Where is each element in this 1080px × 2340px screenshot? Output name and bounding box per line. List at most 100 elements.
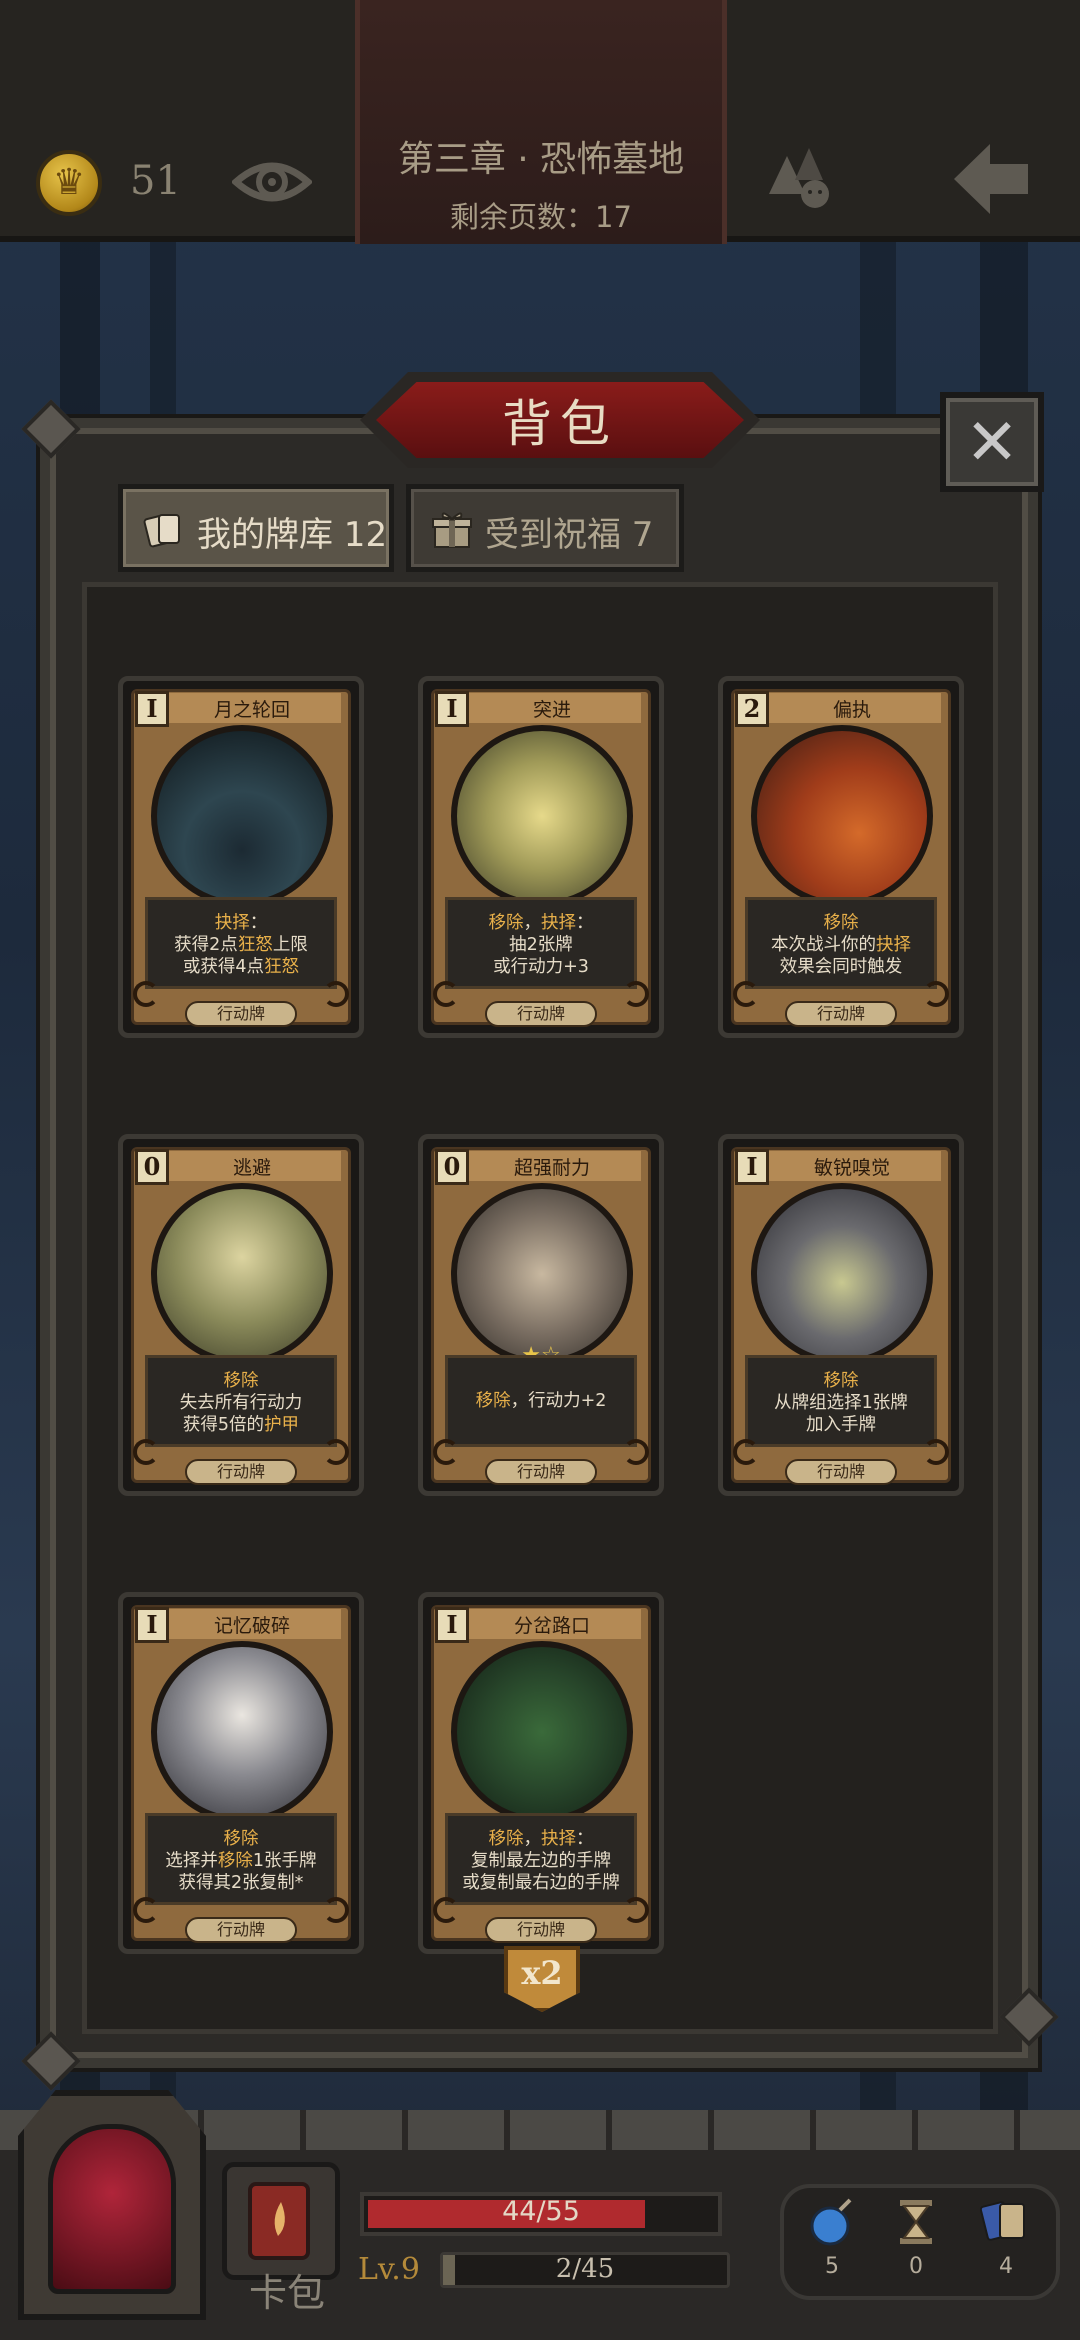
bomb-count: 5 (825, 2254, 839, 2279)
card-1[interactable]: 月之轮回 I 抉择： 获得2点狂怒上限 或获得4点狂怒行动牌 (118, 676, 364, 1038)
description-line: 复制最左边的手牌 (471, 1851, 611, 1871)
card-description: 移除 本次战斗你的抉择 效果会同时触发 (745, 897, 937, 989)
eye-icon[interactable] (232, 150, 312, 214)
description-line: 失去所有行动力 (179, 1393, 303, 1413)
card-type: 行动牌 (185, 1917, 297, 1943)
card-5[interactable]: 超强耐力0★☆移除，行动力+2行动牌 (418, 1134, 664, 1496)
card-name: 分岔路口 (513, 1615, 590, 1637)
game-screen: 第三章 · 恐怖墓地 剩余页数：17 51 背包 ✕ 我的牌库 12 (0, 0, 1080, 2340)
level-label: Lv.9 (358, 2252, 420, 2287)
swirl-ornament (433, 981, 459, 1007)
swirl-ornament (323, 1897, 349, 1923)
card-name: 敏锐嗅觉 (813, 1157, 890, 1179)
description-line: 移除 (823, 1371, 859, 1391)
camp-icon[interactable] (765, 140, 837, 212)
close-button[interactable]: ✕ (940, 392, 1044, 492)
hourglass-count: 0 (909, 2254, 923, 2279)
card-type: 行动牌 (185, 1001, 297, 1027)
description-line: 获得其2张复制* (178, 1873, 304, 1893)
swirl-ornament (323, 981, 349, 1007)
card-cost: I (135, 691, 169, 727)
card-cost: I (735, 1149, 769, 1185)
swirl-ornament (433, 1897, 459, 1923)
werewolf-leap-art (451, 725, 633, 907)
card-description: 移除 失去所有行动力 获得5倍的护甲 (145, 1355, 337, 1447)
card-cost: I (435, 691, 469, 727)
card-cost: 0 (435, 1149, 469, 1185)
moon-phases-art (151, 725, 333, 907)
swirl-ornament (133, 981, 159, 1007)
description-line: 从牌组选择1张牌 (774, 1393, 908, 1413)
card-8[interactable]: 分岔路口 I 移除，抉择： 复制最左边的手牌 或复制最右边的手牌 行动牌 (418, 1592, 664, 1954)
card-name: 偏执 (832, 699, 871, 721)
card-cost: I (135, 1607, 169, 1643)
description-line: 或获得4点狂怒 (182, 957, 300, 977)
description-line: 移除 (823, 913, 859, 933)
description-line: 获得5倍的护甲 (182, 1415, 300, 1435)
crown-coin-icon (36, 150, 102, 216)
description-line: 移除 (223, 1829, 259, 1849)
swirl-ornament (323, 1439, 349, 1465)
card-name: 逃避 (232, 1157, 271, 1179)
card-name: 月之轮回 (213, 699, 290, 721)
tab-label: 受到祝福 7 (485, 515, 654, 555)
description-line: 移除，行动力+2 (475, 1391, 607, 1411)
card-description: 移除，抉择： 复制最左边的手牌 或复制最右边的手牌 (445, 1813, 637, 1905)
description-line: 移除，抉择： (488, 1829, 594, 1849)
card-3[interactable]: 偏执 2 移除 本次战斗你的抉择 效果会同时触发行动牌 (718, 676, 964, 1038)
cards-count: 4 (999, 2254, 1013, 2279)
description-line: 获得2点狂怒上限 (174, 935, 308, 955)
card-4[interactable]: 逃避 0 移除 失去所有行动力 获得5倍的护甲 行动牌 (118, 1134, 364, 1496)
card-7[interactable]: 记忆破碎 I 移除 选择并移除1张手牌 获得其2张复制* 行动牌 (118, 1592, 364, 1954)
back-arrow-icon[interactable] (950, 140, 1032, 218)
bear-boy-art (151, 1183, 333, 1365)
tab-blessings[interactable]: 受到祝福 7 (406, 484, 684, 572)
swirl-ornament (923, 1439, 949, 1465)
card-name: 记忆破碎 (213, 1615, 290, 1637)
description-line: 效果会同时触发 (779, 957, 903, 977)
hp-text: 44/55 (502, 2196, 580, 2227)
card-cost: 2 (735, 691, 769, 727)
description-line: 移除，抉择： (488, 913, 594, 933)
bomb-icon[interactable] (806, 2196, 858, 2248)
cards-icon[interactable] (980, 2196, 1032, 2248)
swirl-ornament (133, 1439, 159, 1465)
wolf-bear-art (751, 725, 933, 907)
description-line: 抉择： (214, 913, 268, 933)
swirl-ornament (433, 1439, 459, 1465)
card-name: 突进 (532, 699, 571, 721)
gift-icon (432, 512, 472, 548)
card-2[interactable]: 突进 I 移除，抉择： 抽2张牌 或行动力+3 行动牌 (418, 676, 664, 1038)
tab-my-deck[interactable]: 我的牌库 12 (118, 484, 394, 572)
card-name: 超强耐力 (513, 1157, 590, 1179)
chapter-title: 第三章 · 恐怖墓地 (397, 139, 685, 180)
tab-label: 我的牌库 12 (197, 515, 388, 555)
copy-count-label: x2 (521, 1954, 563, 1992)
card-cost: 0 (135, 1149, 169, 1185)
pages-remaining: 剩余页数：17 (450, 200, 632, 234)
description-line: 抽2张牌 (509, 935, 573, 955)
bag-title: 背包 (502, 395, 618, 453)
description-line: 选择并移除1张手牌 (165, 1851, 317, 1871)
card-description: 抉择： 获得2点狂怒上限 或获得4点狂怒 (145, 897, 337, 989)
swirl-ornament (923, 981, 949, 1007)
coin-count: 51 (130, 158, 181, 204)
swirl-ornament (623, 1897, 649, 1923)
card-cost: I (435, 1607, 469, 1643)
card-type: 行动牌 (785, 1001, 897, 1027)
swirl-ornament (733, 981, 759, 1007)
description-line: 或复制最右边的手牌 (462, 1873, 620, 1893)
card-6[interactable]: 敏锐嗅觉 I 移除 从牌组选择1张牌 加入手牌 行动牌 (718, 1134, 964, 1496)
forest-path-art (451, 1641, 633, 1823)
description-line: 移除 (223, 1371, 259, 1391)
description-line: 加入手牌 (806, 1415, 876, 1435)
card-type: 行动牌 (485, 1459, 597, 1485)
swirl-ornament (133, 1897, 159, 1923)
hourglass-icon[interactable] (890, 2196, 942, 2248)
close-icon: ✕ (965, 406, 1019, 480)
card-description: 移除，行动力+2 (445, 1355, 637, 1447)
card-description: 移除，抉择： 抽2张牌 或行动力+3 (445, 897, 637, 989)
swirl-ornament (733, 1439, 759, 1465)
description-line: 本次战斗你的抉择 (771, 935, 911, 955)
card-type: 行动牌 (485, 1001, 597, 1027)
